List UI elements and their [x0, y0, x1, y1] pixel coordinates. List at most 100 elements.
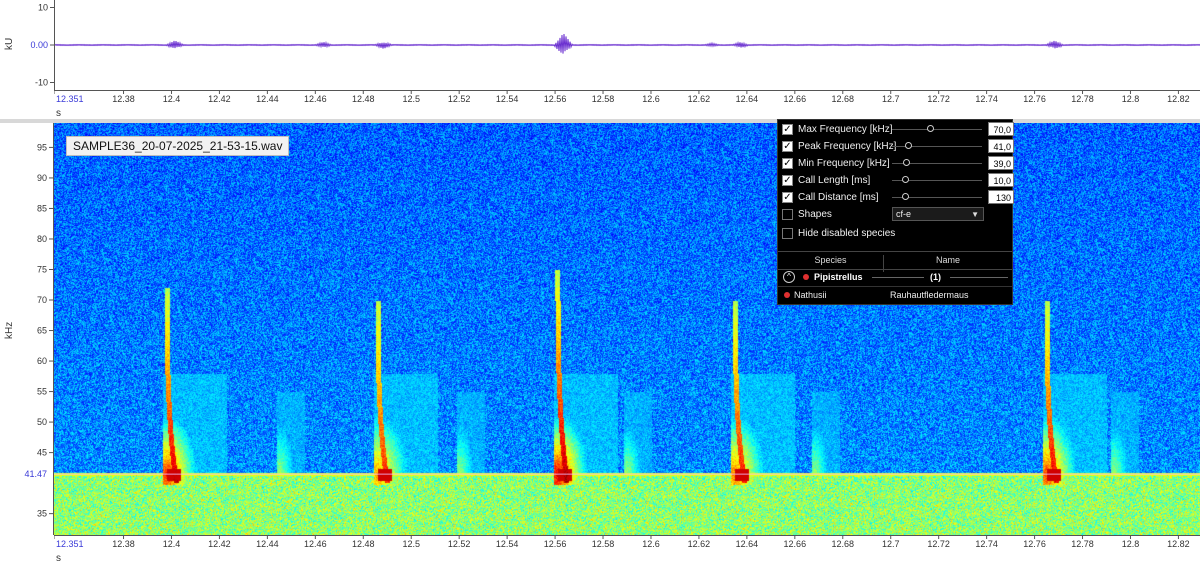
filter-checkbox[interactable]: ✓	[782, 175, 793, 186]
status-dot-icon	[784, 292, 790, 298]
waveform-x-tick-label: 12.64	[736, 94, 759, 104]
waveform-x-tick-label: 12.82	[1167, 94, 1190, 104]
filter-slider[interactable]	[892, 125, 982, 132]
waveform-x-tick-label: 12.68	[832, 94, 855, 104]
waveform-x-tick-label: 12.7	[882, 94, 900, 104]
waveform-x-tick-label: 12.54	[496, 94, 519, 104]
spectrogram-x-tick-label: 12.56	[544, 539, 567, 549]
filter-row: ✓ Max Frequency [kHz] 70,0	[782, 122, 1014, 138]
spectrogram-x-tick-label: 12.46	[304, 539, 327, 549]
filter-slider[interactable]	[892, 142, 982, 149]
filter-value-input[interactable]: 130	[988, 190, 1014, 204]
hide-disabled-checkbox[interactable]	[782, 228, 793, 239]
species-table-header: Species Name	[778, 251, 1012, 272]
spectrogram-x-tick-label: 12.58	[592, 539, 615, 549]
spectrogram-y-tick-label: 95	[37, 142, 47, 152]
group-name: Pipistrellus	[814, 272, 863, 282]
waveform-x-tick-label: 12.351	[56, 94, 84, 104]
spectrogram-x-unit: s	[56, 553, 61, 564]
status-dot-icon	[803, 274, 809, 280]
spectrogram-x-tick-label: 12.64	[736, 539, 759, 549]
filter-value-input[interactable]: 70,0	[988, 122, 1014, 136]
waveform-x-tick-label: 12.4	[163, 94, 181, 104]
spectrogram-x-tick-label: 12.42	[208, 539, 231, 549]
species-row[interactable]: Nathusii Rauhautfledermaus	[778, 287, 1012, 304]
filter-slider[interactable]	[892, 193, 982, 200]
slider-knob[interactable]	[902, 176, 909, 183]
group-count: (1)	[930, 272, 941, 282]
spectrogram-x-tick-label: 12.48	[352, 539, 375, 549]
species-group-row[interactable]: ^ Pipistrellus (1)	[778, 269, 1012, 287]
species-filter-panel: ✓ Max Frequency [kHz] 70,0 ✓ Peak Frequency …	[777, 119, 1014, 305]
slider-knob[interactable]	[902, 193, 909, 200]
group-line	[950, 277, 1008, 278]
spectrogram-x-tick-label: 12.78	[1071, 539, 1094, 549]
waveform-plot[interactable]	[54, 0, 1200, 90]
waveform-x-unit: s	[56, 108, 61, 119]
shapes-row: Shapes cf-e ▼	[782, 207, 1012, 223]
shapes-checkbox[interactable]	[782, 209, 793, 220]
slider-knob[interactable]	[905, 142, 912, 149]
spectrogram-y-tick-label: 80	[37, 234, 47, 244]
group-line	[872, 277, 924, 278]
spectrogram-y-tick-label: 90	[37, 173, 47, 183]
species-cell: Nathusii	[794, 290, 827, 300]
spectrogram-y-tick-label: 65	[37, 326, 47, 336]
shapes-label: Shapes	[798, 209, 832, 220]
waveform-x-tick-label: 12.42	[208, 94, 231, 104]
waveform-x-tick-label: 12.74	[975, 94, 998, 104]
spectrogram-x-tick-label: 12.74	[975, 539, 998, 549]
filter-label: Min Frequency [kHz]	[798, 158, 890, 169]
waveform-x-tick-label: 12.62	[688, 94, 711, 104]
filter-checkbox[interactable]: ✓	[782, 192, 793, 203]
waveform-x-tick-label: 12.38	[112, 94, 135, 104]
waveform-x-tick-label: 12.5	[402, 94, 420, 104]
spectrogram-x-tick-label: 12.8	[1122, 539, 1140, 549]
waveform-y-tick-label: 0.00	[30, 40, 48, 50]
spectrogram-x-tick-label: 12.6	[642, 539, 660, 549]
waveform-x-tick-label: 12.8	[1122, 94, 1140, 104]
slider-knob[interactable]	[903, 159, 910, 166]
spectrogram-x-tick-label: 12.68	[832, 539, 855, 549]
waveform-trace	[54, 33, 1200, 54]
waveform-y-tick-label: -10	[35, 78, 48, 88]
filter-value-input[interactable]: 39,0	[988, 156, 1014, 170]
spectrogram-plot[interactable]: SAMPLE36_20-07-2025_21-53-15.wav	[54, 123, 1200, 535]
hide-disabled-row: Hide disabled species	[782, 226, 1012, 242]
filter-value-input[interactable]: 41,0	[988, 139, 1014, 153]
waveform-x-tick-label: 12.72	[927, 94, 950, 104]
filter-row: ✓ Min Frequency [kHz] 39,0	[782, 156, 1014, 172]
file-name-label: SAMPLE36_20-07-2025_21-53-15.wav	[66, 136, 290, 156]
filter-slider[interactable]	[892, 159, 982, 166]
filter-slider[interactable]	[892, 176, 982, 183]
filter-value-input[interactable]: 10,0	[988, 173, 1014, 187]
spectrogram-y-tick-label: 55	[37, 387, 47, 397]
spectrogram-x-tick-label: 12.66	[784, 539, 807, 549]
waveform-x-tick-label: 12.48	[352, 94, 375, 104]
waveform-x-tick-label: 12.66	[784, 94, 807, 104]
collapse-icon[interactable]: ^	[783, 271, 795, 283]
waveform-y-axis: 10 0.00 -10	[30, 3, 54, 88]
slider-knob[interactable]	[927, 125, 934, 132]
spectrogram-y-tick-label: 45	[37, 448, 47, 458]
spectrogram-x-tick-label: 12.72	[927, 539, 950, 549]
waveform-x-tick-label: 12.52	[448, 94, 471, 104]
filter-label: Call Distance [ms]	[798, 192, 879, 203]
spectrogram-x-tick-label: 12.52	[448, 539, 471, 549]
filter-checkbox[interactable]: ✓	[782, 158, 793, 169]
shapes-dropdown[interactable]: cf-e ▼	[892, 207, 984, 221]
filter-label: Peak Frequency [kHz]	[798, 141, 897, 152]
column-header-name[interactable]: Name	[884, 255, 1012, 265]
spectrogram-y-tick-label: 85	[37, 203, 47, 213]
spectrogram-x-tick-label: 12.76	[1023, 539, 1046, 549]
spectrogram-x-tick-label: 12.4	[163, 539, 181, 549]
column-header-species[interactable]: Species	[778, 255, 883, 265]
spectrogram-x-tick-label: 12.351	[56, 539, 84, 549]
spectrogram-x-tick-label: 12.54	[496, 539, 519, 549]
waveform-x-tick-label: 12.46	[304, 94, 327, 104]
spectrogram-panel: 95 90 85 80 75 70 65 60 55 50 45 35 41.47 kHz SAMPLE…	[0, 123, 1200, 566]
filter-checkbox[interactable]: ✓	[782, 141, 793, 152]
waveform-x-tick-label: 12.76	[1023, 94, 1046, 104]
filter-checkbox[interactable]: ✓	[782, 124, 793, 135]
waveform-x-tick-label: 12.6	[642, 94, 660, 104]
